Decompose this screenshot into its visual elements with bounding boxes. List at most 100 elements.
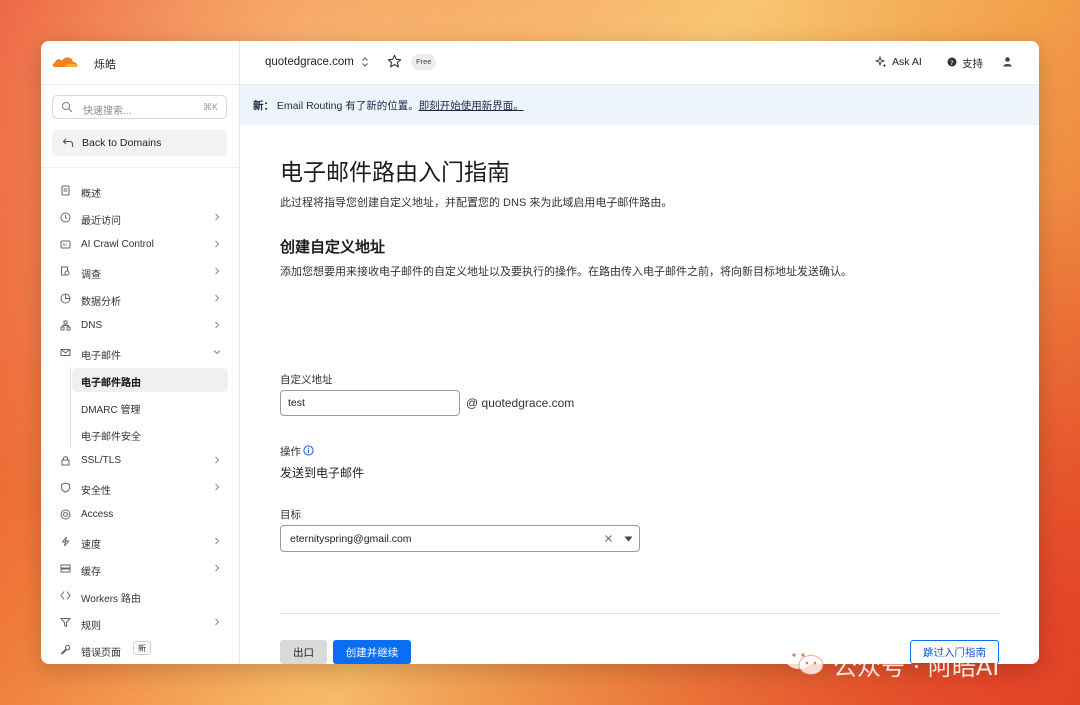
sidebar-item-dmarc[interactable]: DMARC 管理 bbox=[41, 393, 240, 420]
document-icon bbox=[61, 185, 70, 196]
sidebar-item-label: 概述 bbox=[81, 189, 101, 200]
sidebar-item-label: 电子邮件安全 bbox=[81, 432, 141, 443]
top-bar: quotedgrace.com Free Ask AI ? 支持 bbox=[240, 41, 1039, 85]
workers-icon bbox=[60, 591, 71, 600]
investigate-icon bbox=[61, 266, 70, 276]
svg-text:?: ? bbox=[950, 59, 953, 67]
target-email-select[interactable]: eternityspring@gmail.com bbox=[280, 525, 640, 552]
sidebar-item-speed[interactable]: 速度 bbox=[41, 528, 240, 555]
sidebar-item-label: DNS bbox=[81, 320, 103, 331]
sidebar-item-cache[interactable]: 缓存 bbox=[41, 555, 240, 582]
ask-ai-label: Ask AI bbox=[892, 56, 922, 68]
search-icon bbox=[61, 101, 73, 113]
sidebar-item-label: 数据分析 bbox=[81, 297, 121, 308]
chevron-right-icon bbox=[215, 213, 220, 221]
network-icon bbox=[60, 320, 71, 331]
quick-search-input[interactable]: 快速搜索... ⌘K bbox=[52, 95, 227, 119]
sidebar-item-label: 调查 bbox=[81, 270, 101, 281]
watermark-text: 公众号 · 阿皓AI bbox=[833, 653, 1000, 681]
cache-icon bbox=[60, 564, 71, 573]
sidebar-item-overview[interactable]: 概述 bbox=[41, 177, 240, 204]
chevron-right-icon bbox=[215, 267, 220, 275]
chevron-right-icon bbox=[215, 294, 220, 302]
sidebar-item-label: 错误页面 bbox=[81, 648, 121, 659]
account-name[interactable]: 烁皓 bbox=[94, 56, 116, 72]
account-header: 烁皓 bbox=[41, 41, 240, 85]
sidebar-item-label: Workers 路由 bbox=[81, 594, 141, 605]
custom-address-label: 自定义地址 bbox=[280, 374, 333, 386]
action-label: 操作 bbox=[280, 446, 301, 458]
chevron-down-icon bbox=[213, 350, 221, 355]
custom-address-input[interactable] bbox=[280, 390, 460, 416]
page-title: 电子邮件路由入门指南 bbox=[280, 159, 510, 185]
wrench-icon bbox=[60, 644, 71, 655]
sidebar-item-recent[interactable]: 最近访问 bbox=[41, 204, 240, 231]
banner-message: Email Routing 有了新的位置。 bbox=[276, 100, 419, 112]
sidebar-item-email-routing[interactable]: 电子邮件路由 bbox=[41, 366, 240, 393]
banner-text: 新： Email Routing 有了新的位置。即刻开始使用新界面。 bbox=[253, 98, 524, 113]
wechat-icon bbox=[785, 647, 824, 675]
search-placeholder: 快速搜索... bbox=[83, 106, 132, 117]
sidebar-item-email-security[interactable]: 电子邮件安全 bbox=[41, 420, 240, 447]
section-title: 创建自定义地址 bbox=[280, 239, 386, 256]
sidebar-item-workers-routes[interactable]: Workers 路由 bbox=[41, 582, 240, 609]
main-content: 电子邮件路由入门指南 此过程将指导您创建自定义地址，并配置您的 DNS 来为此域… bbox=[240, 125, 1039, 664]
banner-link[interactable]: 即刻开始使用新界面。 bbox=[419, 100, 524, 112]
info-banner: 新： Email Routing 有了新的位置。即刻开始使用新界面。 bbox=[240, 85, 1039, 125]
lock-icon bbox=[61, 456, 70, 466]
sidebar-item-label: 规则 bbox=[81, 621, 101, 632]
target-email-value: eternityspring@gmail.com bbox=[290, 533, 412, 545]
banner-prefix: 新： bbox=[253, 100, 274, 112]
ai-icon: AI bbox=[60, 240, 71, 249]
action-value: 发送到电子邮件 bbox=[280, 466, 365, 480]
app-window: 烁皓 快速搜索... ⌘K Back to Domains 概述 最近访问 AI… bbox=[41, 41, 1039, 664]
sidebar-item-access[interactable]: Access bbox=[41, 501, 240, 528]
sidebar-item-analytics[interactable]: 数据分析 bbox=[41, 285, 240, 312]
sidebar-item-rules[interactable]: 规则 bbox=[41, 609, 240, 636]
chevron-right-icon bbox=[215, 240, 220, 248]
target-label: 目标 bbox=[280, 509, 301, 521]
chevron-right-icon bbox=[215, 483, 220, 491]
star-icon[interactable] bbox=[387, 54, 402, 69]
shield-icon bbox=[61, 482, 70, 493]
sidebar-item-email[interactable]: 电子邮件 bbox=[41, 339, 240, 366]
at-domain-text: @ quotedgrace.com bbox=[466, 396, 575, 410]
sidebar-nav: 概述 最近访问 AI AI Crawl Control 调查 数据分析 DNS … bbox=[41, 177, 240, 663]
footer-divider bbox=[280, 613, 999, 614]
close-icon[interactable] bbox=[604, 534, 613, 543]
page-description: 此过程将指导您创建自定义地址，并配置您的 DNS 来为此域启用电子邮件路由。 bbox=[280, 197, 673, 209]
help-icon: ? bbox=[947, 57, 957, 67]
section-description: 添加您想要用来接收电子邮件的自定义地址以及要执行的操作。在路由传入电子邮件之前，… bbox=[280, 266, 852, 278]
sidebar-item-label: 最近访问 bbox=[81, 216, 121, 227]
domain-selector[interactable]: quotedgrace.com bbox=[265, 56, 354, 68]
info-icon[interactable] bbox=[303, 445, 314, 456]
back-arrow-icon bbox=[62, 138, 74, 147]
chevron-right-icon bbox=[215, 321, 220, 329]
create-and-continue-button[interactable]: 创建并继续 bbox=[333, 640, 411, 664]
sidebar-item-investigate[interactable]: 调查 bbox=[41, 258, 240, 285]
caret-down-icon[interactable] bbox=[624, 536, 633, 542]
chevron-right-icon bbox=[215, 564, 220, 572]
sidebar-item-security[interactable]: 安全性 bbox=[41, 474, 240, 501]
chevron-updown-icon[interactable] bbox=[361, 56, 369, 68]
sidebar-item-label: SSL/TLS bbox=[81, 455, 122, 466]
sidebar-item-label: 缓存 bbox=[81, 567, 101, 578]
sparkle-icon bbox=[875, 56, 887, 68]
cloudflare-logo-icon[interactable] bbox=[51, 53, 79, 69]
sidebar-item-ssl-tls[interactable]: SSL/TLS bbox=[41, 447, 240, 474]
exit-button[interactable]: 出口 bbox=[280, 640, 327, 664]
access-icon bbox=[60, 509, 71, 520]
sidebar-item-error-pages[interactable]: 错误页面 新 bbox=[41, 636, 240, 663]
sidebar-item-label: AI Crawl Control bbox=[81, 239, 154, 250]
sidebar-item-label: DMARC 管理 bbox=[81, 405, 141, 416]
sidebar-item-dns[interactable]: DNS bbox=[41, 312, 240, 339]
clock-icon bbox=[60, 212, 71, 223]
user-icon[interactable] bbox=[1002, 56, 1013, 67]
chevron-right-icon bbox=[215, 618, 220, 626]
chart-icon bbox=[60, 293, 71, 304]
back-to-domains-button[interactable]: Back to Domains bbox=[52, 130, 227, 156]
sidebar-item-label: 电子邮件路由 bbox=[81, 378, 141, 389]
sidebar-item-ai-crawl-control[interactable]: AI AI Crawl Control bbox=[41, 231, 240, 258]
svg-text:AI: AI bbox=[62, 243, 66, 249]
rules-icon bbox=[60, 618, 71, 628]
